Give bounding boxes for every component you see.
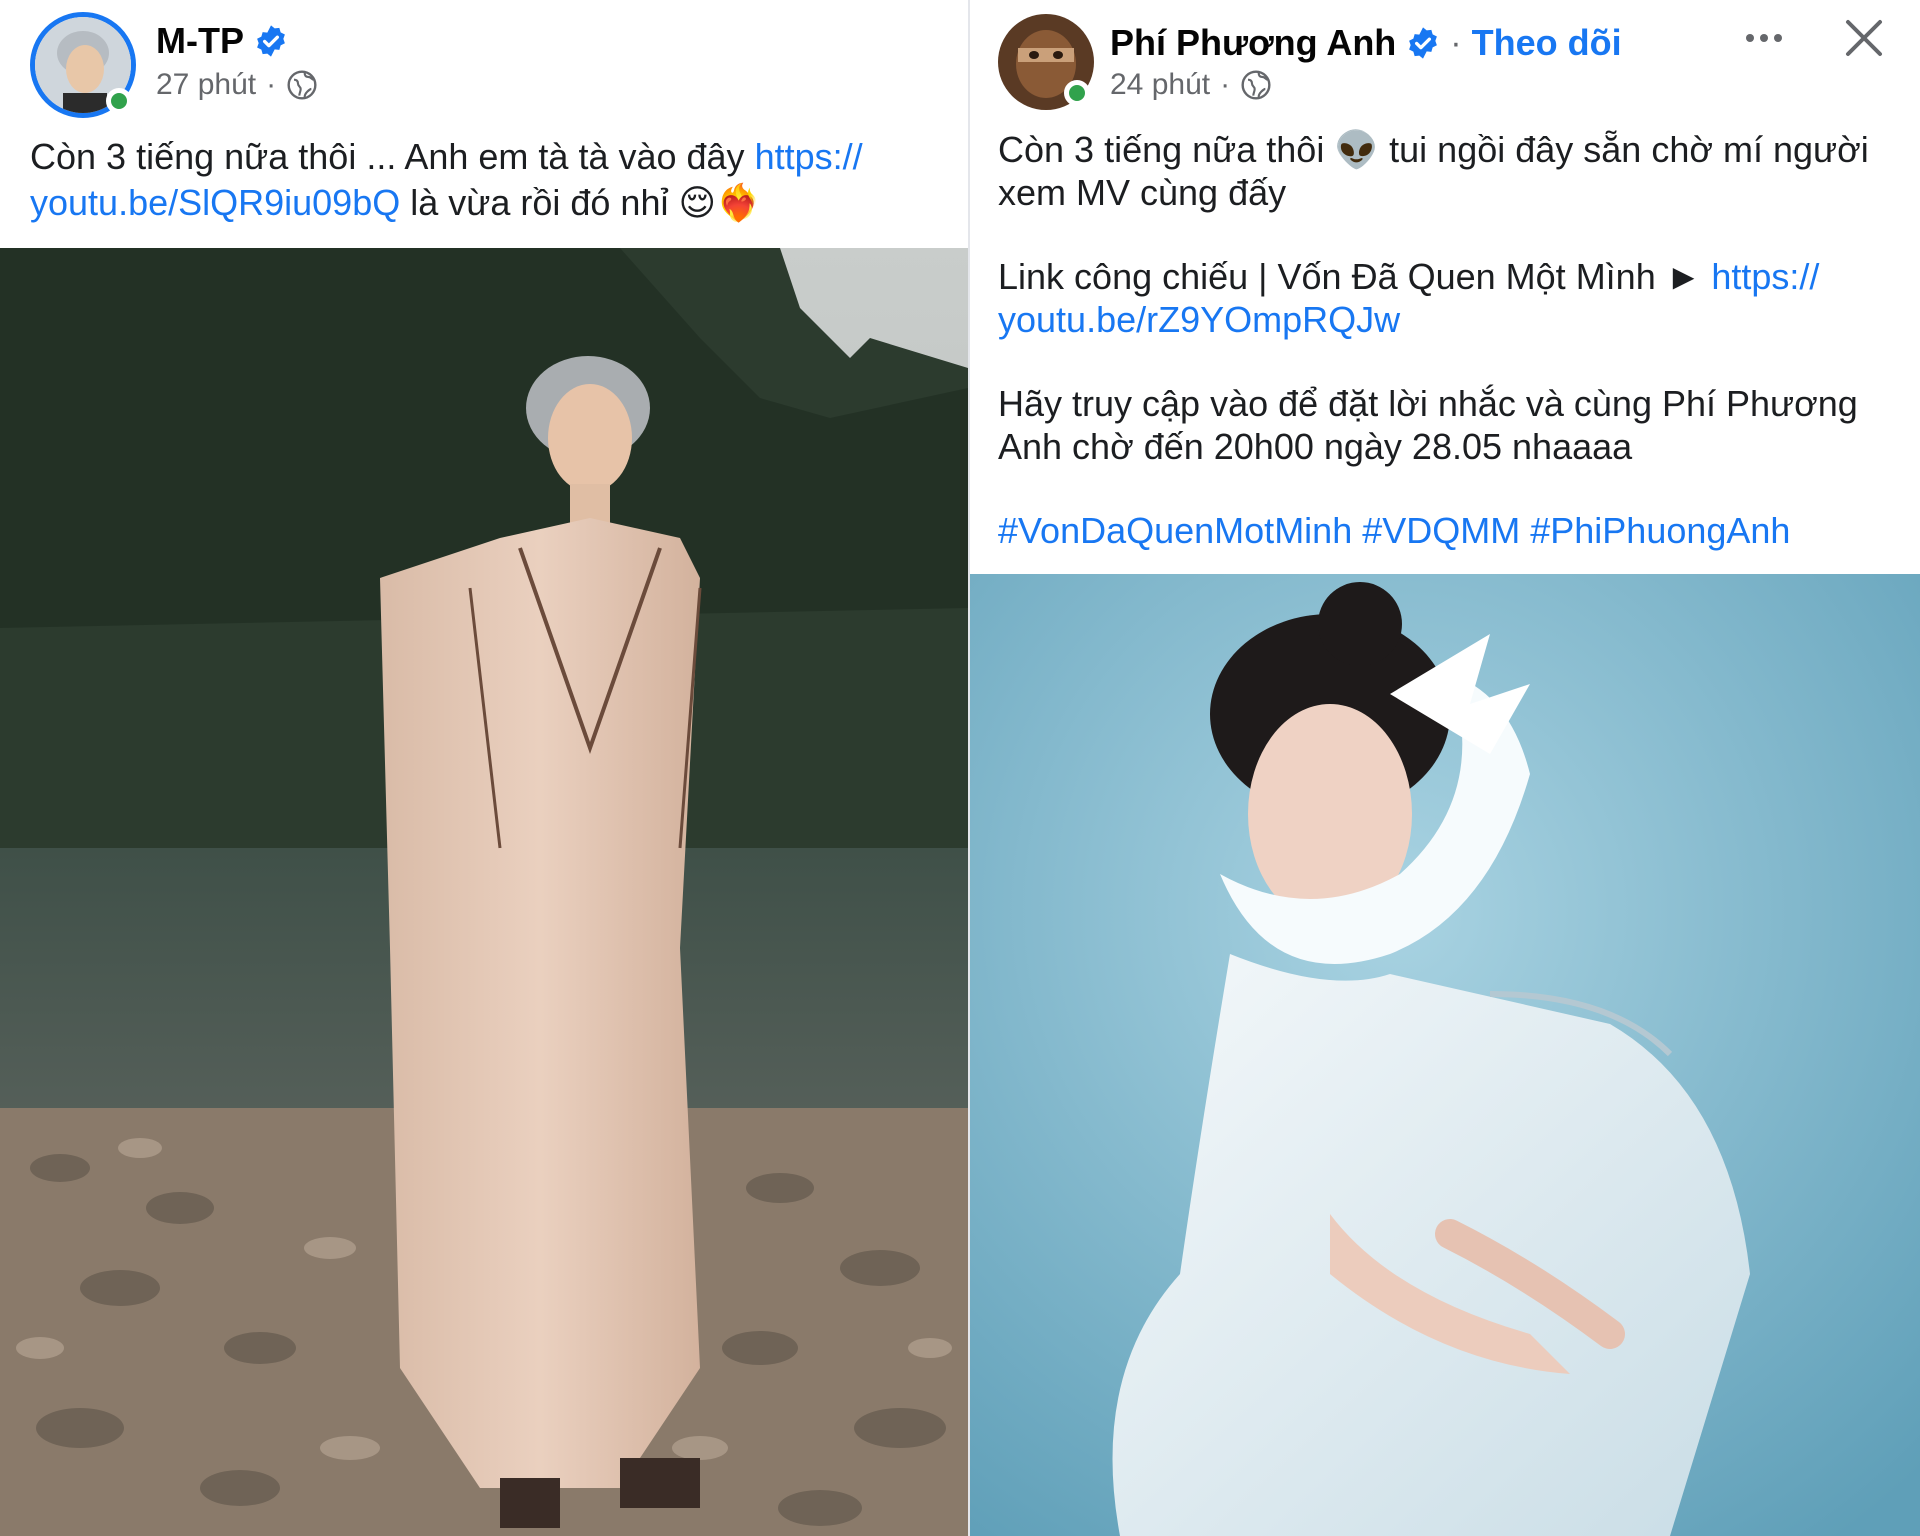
more-options-icon[interactable] bbox=[1742, 22, 1786, 59]
follow-button[interactable]: Theo dõi bbox=[1472, 22, 1622, 64]
globe-icon bbox=[1240, 69, 1272, 101]
post-line-2: xem MV cùng đấy bbox=[998, 172, 1287, 213]
follow-separator: · bbox=[1450, 23, 1462, 62]
post-meta: 27 phút · bbox=[156, 68, 318, 102]
post-paragraph-3: Hãy truy cập vào để đặt lời nhắc và cùng… bbox=[998, 382, 1898, 468]
author-avatar-container[interactable] bbox=[998, 14, 1094, 110]
post-paragraph-2: Link công chiếu | Vốn Đã Quen Một Mình ►… bbox=[998, 255, 1898, 341]
post-paragraph-4: #VonDaQuenMotMinh #VDQMM #PhiPhuongAnh bbox=[998, 509, 1898, 552]
post-paragraph-1: Còn 3 tiếng nữa thôi 👽 tui ngồi đây sẵn … bbox=[998, 128, 1898, 214]
meta-separator: · bbox=[266, 68, 277, 101]
online-status-icon bbox=[1064, 80, 1090, 106]
youtube-link-part1[interactable]: https:// bbox=[1711, 256, 1819, 297]
post-photo-phi-phuong-anh[interactable] bbox=[970, 574, 1920, 1536]
online-status-icon bbox=[106, 88, 132, 114]
youtube-link-part2[interactable]: youtu.be/rZ9YOmpRQJw bbox=[998, 299, 1400, 340]
post-time[interactable]: 27 phút bbox=[156, 68, 256, 102]
author-avatar-container[interactable] bbox=[30, 12, 136, 118]
reminder-line-1: Hãy truy cập vào để đặt lời nhắc và cùng… bbox=[998, 383, 1858, 424]
post-text-intro: Còn 3 tiếng nữa thôi ... Anh em tà tà và… bbox=[30, 136, 755, 177]
meta-separator: · bbox=[1220, 68, 1231, 101]
verified-badge-icon bbox=[254, 24, 288, 58]
post-mtp: M-TP 27 phút · Còn 3 tiếng nữa thôi ... … bbox=[0, 0, 968, 1536]
verified-badge-icon bbox=[1406, 26, 1440, 60]
reminder-line-2: Anh chờ đến 20h00 ngày 28.05 nhaaaa bbox=[998, 426, 1633, 467]
hashtags[interactable]: #VonDaQuenMotMinh #VDQMM #PhiPhuongAnh bbox=[998, 510, 1790, 551]
globe-icon bbox=[286, 69, 318, 101]
post-meta: 24 phút · bbox=[1110, 68, 1272, 102]
link-label: Link công chiếu | Vốn Đã Quen Một Mình ► bbox=[998, 256, 1712, 297]
post-phi-phuong-anh: Phí Phương Anh · Theo dõi 24 phút · Còn … bbox=[970, 0, 1920, 1536]
author-row: Phí Phương Anh · Theo dõi bbox=[1110, 22, 1622, 64]
photo-image bbox=[970, 574, 1920, 1536]
post-time[interactable]: 24 phút bbox=[1110, 68, 1210, 102]
post-photo-mtp[interactable] bbox=[0, 248, 968, 1536]
youtube-link-part2[interactable]: youtu.be/SlQR9iu09bQ bbox=[30, 182, 400, 223]
post-line-1: Còn 3 tiếng nữa thôi 👽 tui ngồi đây sẵn … bbox=[998, 129, 1869, 170]
post-text-outro: là vừa rồi đó nhỉ 😌❤️‍🔥 bbox=[400, 182, 761, 223]
author-row: M-TP bbox=[156, 20, 288, 62]
post-body: Còn 3 tiếng nữa thôi ... Anh em tà tà và… bbox=[30, 134, 960, 226]
post-body: Còn 3 tiếng nữa thôi 👽 tui ngồi đây sẵn … bbox=[998, 128, 1898, 552]
close-icon[interactable] bbox=[1842, 16, 1886, 65]
author-name[interactable]: M-TP bbox=[156, 20, 244, 62]
youtube-link-part1[interactable]: https:// bbox=[755, 136, 863, 177]
screenshot-canvas: M-TP 27 phút · Còn 3 tiếng nữa thôi ... … bbox=[0, 0, 1920, 1536]
author-name[interactable]: Phí Phương Anh bbox=[1110, 22, 1396, 64]
photo-image bbox=[0, 248, 968, 1536]
